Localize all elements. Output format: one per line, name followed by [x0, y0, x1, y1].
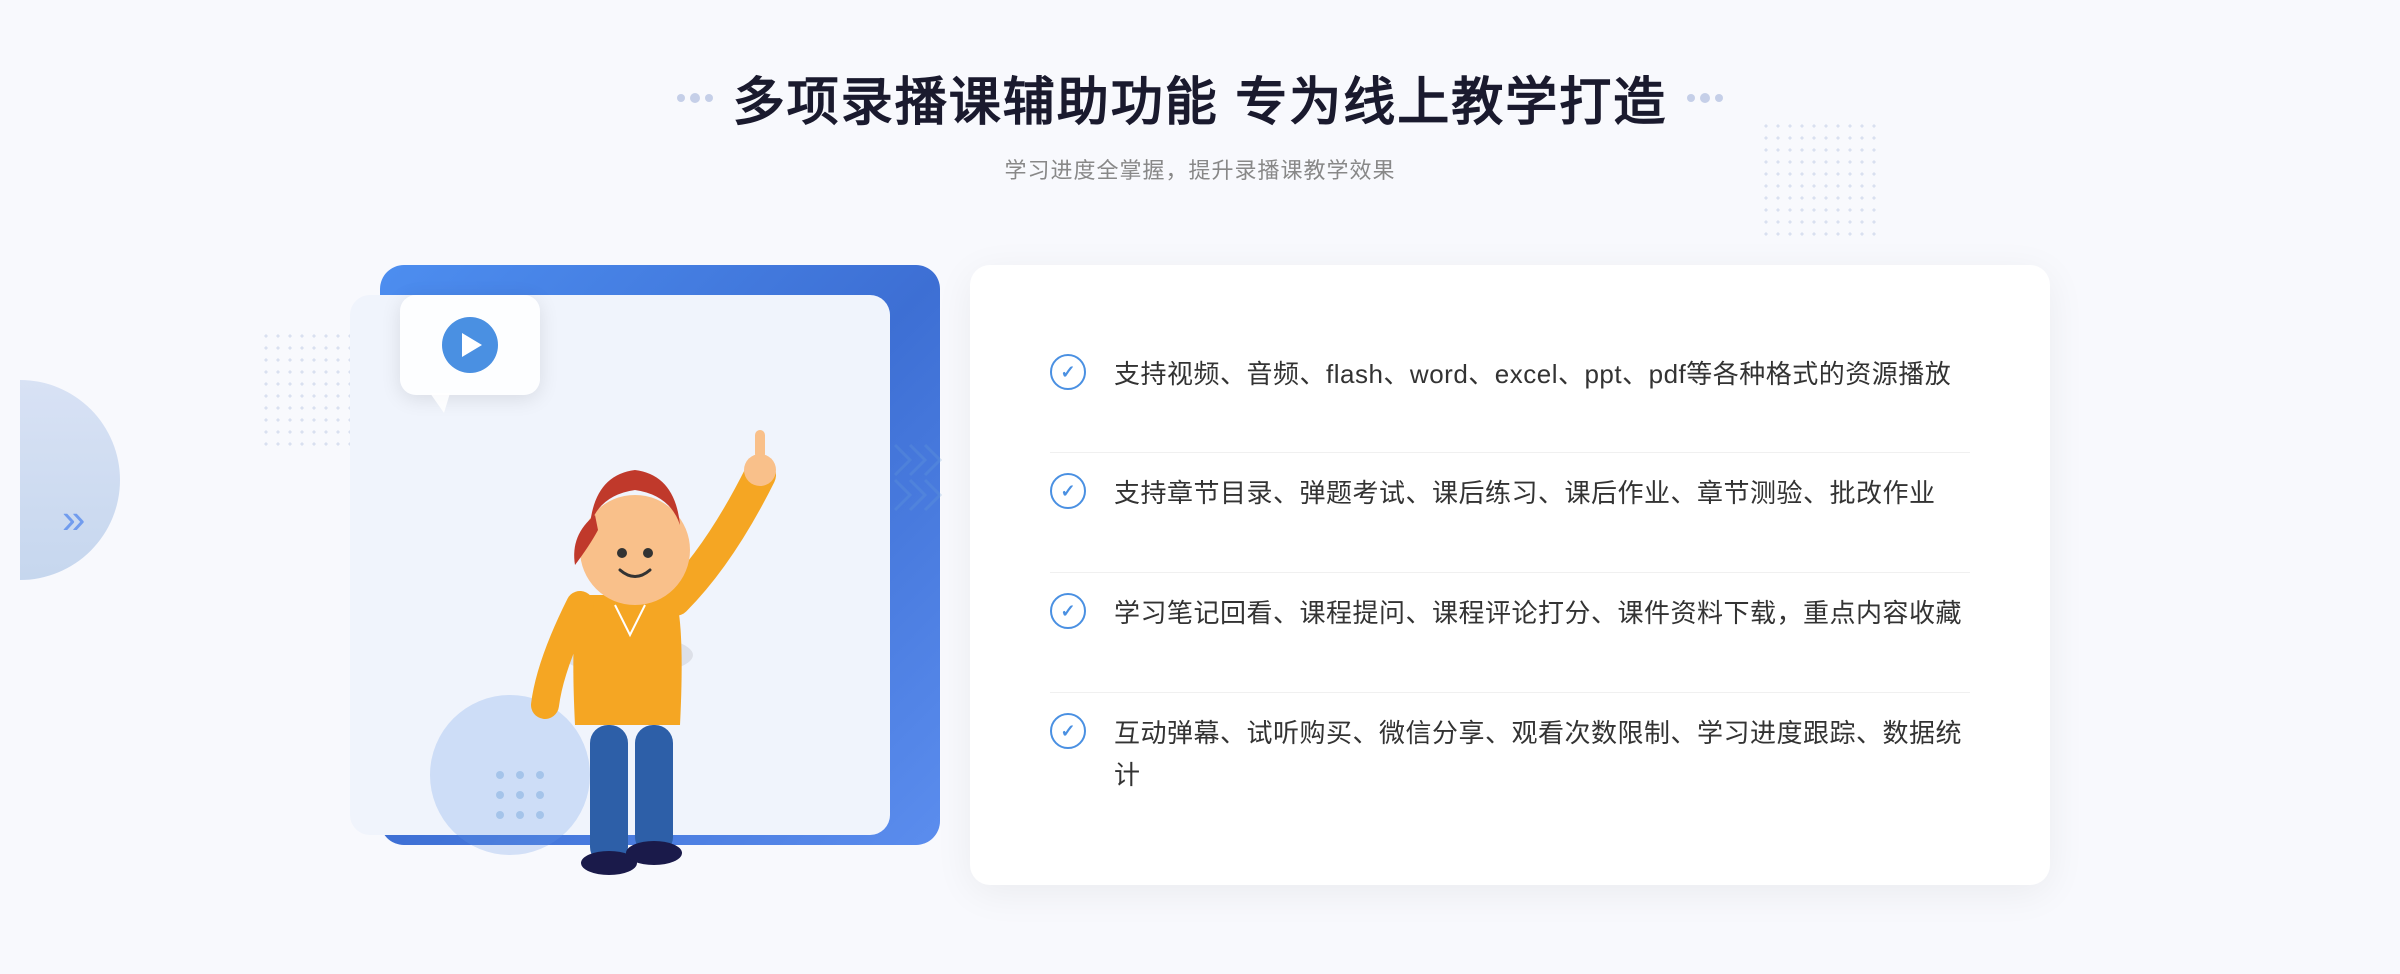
main-content: ✓ 支持视频、音频、flash、word、excel、ppt、pdf等各种格式的…	[350, 235, 2050, 915]
page-subtitle: 学习进度全掌握，提升录播课教学效果	[677, 153, 1723, 185]
figure-illustration	[450, 395, 810, 915]
feature-item-3: ✓ 学习笔记回看、课程提问、课程评论打分、课件资料下载，重点内容收藏	[1050, 572, 1970, 655]
page-title: 多项录播课辅助功能 专为线上教学打造	[733, 60, 1667, 135]
header-dots-right	[1687, 93, 1723, 103]
checkmark-icon-4: ✓	[1060, 722, 1075, 740]
checkmark-icon-2: ✓	[1060, 482, 1075, 500]
check-circle-2: ✓	[1050, 473, 1086, 509]
check-circle-1: ✓	[1050, 354, 1086, 390]
feature-text-3: 学习笔记回看、课程提问、课程评论打分、课件资料下载，重点内容收藏	[1114, 593, 1962, 635]
illustration-wrapper	[350, 235, 1030, 915]
features-panel: ✓ 支持视频、音频、flash、word、excel、ppt、pdf等各种格式的…	[970, 265, 2050, 885]
feature-item-1: ✓ 支持视频、音频、flash、word、excel、ppt、pdf等各种格式的…	[1050, 334, 1970, 416]
feature-item-4: ✓ 互动弹幕、试听购买、微信分享、观看次数限制、学习进度跟踪、数据统计	[1050, 692, 1970, 816]
feature-item-2: ✓ 支持章节目录、弹题考试、课后练习、课后作业、章节测验、批改作业	[1050, 452, 1970, 535]
half-circle-decoration	[20, 380, 120, 580]
play-area	[400, 295, 540, 395]
check-circle-3: ✓	[1050, 593, 1086, 629]
stripe-decoration	[890, 435, 950, 520]
page-container: » 多项录播课辅助功能 专为线上教学打造 学习进度全掌握，提升录播课教学效果	[0, 0, 2400, 974]
play-button-icon[interactable]	[442, 317, 498, 373]
checkmark-icon-3: ✓	[1060, 602, 1075, 620]
feature-text-1: 支持视频、音频、flash、word、excel、ppt、pdf等各种格式的资源…	[1114, 354, 1951, 396]
feature-text-2: 支持章节目录、弹题考试、课后练习、课后作业、章节测验、批改作业	[1114, 473, 1936, 515]
dot-pattern-right	[1760, 120, 1880, 240]
checkmark-icon-1: ✓	[1060, 363, 1075, 381]
play-triangle	[462, 333, 482, 357]
chevron-icon: »	[62, 495, 85, 543]
header-section: 多项录播课辅助功能 专为线上教学打造 学习进度全掌握，提升录播课教学效果	[677, 60, 1723, 185]
header-dots-left	[677, 93, 713, 103]
speech-bubble	[400, 295, 540, 395]
check-circle-4: ✓	[1050, 713, 1086, 749]
feature-text-4: 互动弹幕、试听购买、微信分享、观看次数限制、学习进度跟踪、数据统计	[1114, 713, 1970, 796]
